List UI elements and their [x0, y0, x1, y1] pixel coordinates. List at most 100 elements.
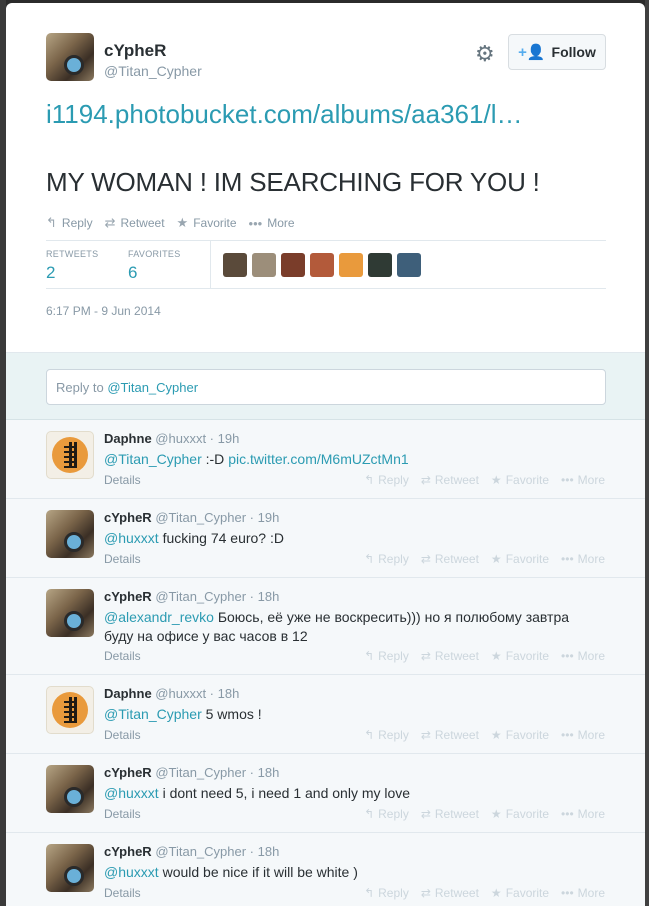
- reply-action[interactable]: ↰ Reply: [364, 473, 409, 487]
- author-screen-name[interactable]: @Titan_Cypher: [104, 63, 202, 79]
- favoriter-avatar[interactable]: [310, 253, 334, 277]
- more-action[interactable]: ••• More: [561, 473, 605, 487]
- favorite-action[interactable]: ★ Favorite: [491, 728, 549, 742]
- retweet-icon: ⇄: [104, 215, 116, 230]
- reply-avatar[interactable]: [46, 765, 94, 813]
- reply-details-link[interactable]: Details: [104, 728, 141, 742]
- stats-divider: [210, 241, 211, 288]
- favorite-icon: ★: [490, 649, 502, 663]
- reply-input[interactable]: Reply to @Titan_Cypher: [46, 369, 606, 405]
- reply-action-label: Reply: [378, 552, 409, 566]
- reply-icon: ↰: [364, 552, 375, 566]
- favoriter-avatar[interactable]: [281, 253, 305, 277]
- reply-text: @huxxxt i dont need 5, i need 1 and only…: [104, 784, 594, 803]
- reply-mention[interactable]: @Titan_Cypher: [104, 451, 202, 467]
- retweet-action[interactable]: ⇄ Retweet: [421, 473, 479, 487]
- favoriter-avatar[interactable]: [252, 253, 276, 277]
- reply-display-name[interactable]: cYpheR: [104, 765, 152, 780]
- reply-avatar[interactable]: [46, 510, 94, 558]
- more-action[interactable]: ••• More: [561, 649, 605, 663]
- reply-display-name[interactable]: cYpheR: [104, 844, 152, 859]
- reply-tweet[interactable]: cYpheR @Titan_Cypher · 18h @alexandr_revk…: [6, 578, 645, 675]
- retweet-action-label: Retweet: [434, 807, 479, 821]
- retweet-action[interactable]: ⇄ Retweet: [105, 215, 165, 231]
- reply-avatar[interactable]: [46, 844, 94, 892]
- reply-mention[interactable]: @alexandr_revko: [104, 609, 214, 625]
- reply-action-label: Reply: [61, 216, 93, 230]
- favoriter-avatar[interactable]: [368, 253, 392, 277]
- reply-mention[interactable]: @huxxxt: [104, 864, 159, 880]
- reply-details-link[interactable]: Details: [104, 473, 141, 487]
- reply-mention[interactable]: @huxxxt: [104, 785, 159, 801]
- author-display-name[interactable]: cYpheR: [104, 41, 166, 61]
- more-action[interactable]: ••• More: [561, 807, 605, 821]
- more-icon: •••: [561, 649, 574, 663]
- reply-mention[interactable]: @huxxxt: [104, 530, 159, 546]
- more-action[interactable]: ••• More: [561, 552, 605, 566]
- reply-action[interactable]: ↰ Reply: [364, 728, 409, 742]
- reply-action[interactable]: ↰ Reply: [46, 215, 93, 231]
- reply-details-link[interactable]: Details: [104, 886, 141, 900]
- reply-mention[interactable]: @Titan_Cypher: [104, 706, 202, 722]
- reply-details-link[interactable]: Details: [104, 649, 141, 663]
- favoriter-avatar[interactable]: [339, 253, 363, 277]
- favorite-action[interactable]: ★ Favorite: [491, 649, 549, 663]
- more-action[interactable]: ••• More: [561, 728, 605, 742]
- reply-tweet[interactable]: Daphne @huxxxt · 19h @Titan_Cypher :-D pi…: [6, 420, 645, 499]
- reply-tweet[interactable]: cYpheR @Titan_Cypher · 18h @huxxxt i dont…: [6, 754, 645, 833]
- favorite-action[interactable]: ★ Favorite: [491, 886, 549, 900]
- retweet-action[interactable]: ⇄ Retweet: [421, 649, 479, 663]
- reply-icon: ↰: [364, 649, 375, 663]
- more-icon: •••: [561, 886, 574, 900]
- retweet-action[interactable]: ⇄ Retweet: [421, 552, 479, 566]
- gear-icon[interactable]: ⚙: [475, 41, 495, 67]
- reply-action[interactable]: ↰ Reply: [364, 649, 409, 663]
- reply-tweet[interactable]: cYpheR @Titan_Cypher · 18h @huxxxt would …: [6, 833, 645, 906]
- retweet-action[interactable]: ⇄ Retweet: [421, 807, 479, 821]
- favoriter-avatar[interactable]: [223, 253, 247, 277]
- favorites-stat[interactable]: FAVORITES 6: [128, 249, 181, 283]
- reply-display-name[interactable]: Daphne: [104, 686, 152, 701]
- retweets-stat[interactable]: RETWEETS 2: [46, 249, 98, 283]
- retweet-action[interactable]: ⇄ Retweet: [421, 886, 479, 900]
- favorite-action[interactable]: ★ Favorite: [177, 215, 237, 231]
- favorite-action[interactable]: ★ Favorite: [491, 807, 549, 821]
- retweet-action-label: Retweet: [434, 728, 479, 742]
- tweet-photo-link[interactable]: i1194.photobucket.com/albums/aa361/l…: [46, 99, 522, 130]
- reply-icon: ↰: [364, 886, 375, 900]
- reply-action[interactable]: ↰ Reply: [364, 886, 409, 900]
- reply-link[interactable]: pic.twitter.com/M6mUZctMn1: [228, 451, 408, 467]
- reply-header: cYpheR @Titan_Cypher · 18h: [104, 765, 279, 780]
- reply-tweet[interactable]: cYpheR @Titan_Cypher · 19h @huxxxt fuckin…: [6, 499, 645, 578]
- reply-display-name[interactable]: cYpheR: [104, 589, 152, 604]
- follow-button[interactable]: +👤 Follow: [508, 34, 606, 70]
- favorite-action[interactable]: ★ Favorite: [491, 552, 549, 566]
- reply-meta: @Titan_Cypher · 19h: [155, 510, 280, 525]
- favorite-action-label: Favorite: [193, 216, 237, 230]
- reply-icon: ↰: [46, 215, 57, 230]
- favorite-icon: ★: [490, 473, 502, 487]
- reply-details-link[interactable]: Details: [104, 552, 141, 566]
- more-action-label: More: [577, 807, 605, 821]
- more-icon: •••: [561, 552, 574, 566]
- reply-display-name[interactable]: cYpheR: [104, 510, 152, 525]
- reply-text: @alexandr_revko Боюсь, её уже не воскрес…: [104, 608, 594, 646]
- retweets-label: RETWEETS: [46, 249, 99, 259]
- reply-text: @Titan_Cypher :-D pic.twitter.com/M6mUZc…: [104, 450, 594, 469]
- reply-details-link[interactable]: Details: [104, 807, 141, 821]
- more-action[interactable]: ••• More: [561, 886, 605, 900]
- reply-avatar[interactable]: [46, 686, 94, 734]
- favoriter-avatar[interactable]: [397, 253, 421, 277]
- more-action[interactable]: ••• More: [249, 215, 295, 231]
- reply-avatar[interactable]: [46, 431, 94, 479]
- retweet-action[interactable]: ⇄ Retweet: [421, 728, 479, 742]
- reply-display-name[interactable]: Daphne: [104, 431, 152, 446]
- reply-avatar[interactable]: [46, 589, 94, 637]
- reply-action[interactable]: ↰ Reply: [364, 552, 409, 566]
- reply-action[interactable]: ↰ Reply: [364, 807, 409, 821]
- author-avatar[interactable]: [46, 33, 94, 81]
- reply-icon: ↰: [364, 807, 375, 821]
- reply-tweet[interactable]: Daphne @huxxxt · 18h @Titan_Cypher 5 wmos…: [6, 675, 645, 754]
- reply-action-label: Reply: [378, 728, 409, 742]
- favorite-action[interactable]: ★ Favorite: [491, 473, 549, 487]
